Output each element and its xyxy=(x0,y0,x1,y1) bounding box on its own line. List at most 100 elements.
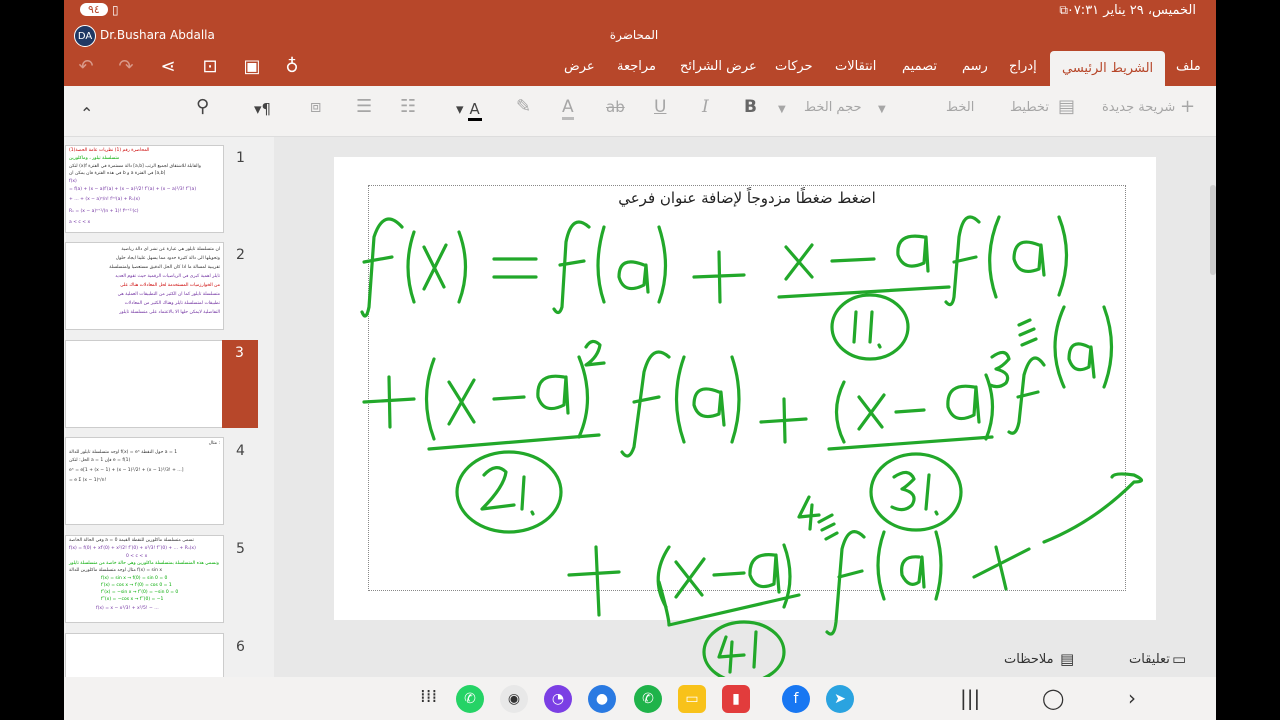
ribbon: ⌃ ⚲ ▾¶ ⧈ ☰ ☷ ▾ A ✎ A ab U I B ▼ حجم الخط … xyxy=(64,86,1216,137)
slide-thumbnail-5[interactable]: وفي الحالة الخاصة a = 0 تسمى متسلسلة ماك… xyxy=(65,535,224,623)
title-bar: DA Dr.Bushara Abdalla المحاضرة xyxy=(64,24,1216,48)
thumb-line: تايلر اهمية كبرى في الرياضيات الرقمية حي… xyxy=(115,274,220,279)
bottom-bar: تعليقات ▭ ملاحظات ▤ xyxy=(274,647,1216,677)
current-slide[interactable]: اضغط ضغطًا مزدوجاً لإضافة عنوان فرعي xyxy=(334,157,1156,620)
font-size-dropdown-icon[interactable]: ▼ xyxy=(778,104,786,115)
tab-design[interactable]: تصميم xyxy=(902,59,937,74)
underline-button[interactable]: U xyxy=(654,97,666,117)
tab-animations[interactable]: حركات xyxy=(775,59,813,74)
search-icon[interactable]: ⚲ xyxy=(196,96,209,117)
recent-apps-icon[interactable]: ||| xyxy=(960,686,980,710)
tab-transitions[interactable]: انتقالات xyxy=(835,59,876,74)
messages-icon[interactable]: ● xyxy=(588,685,616,713)
layout-button[interactable]: تخطيط xyxy=(1010,100,1049,115)
tab-draw[interactable]: رسم xyxy=(962,59,988,74)
notes-icon[interactable]: ▤ xyxy=(1060,650,1074,668)
thumb-line: = f(a) + (x − a)f′(a) + (x − a)²/2! f″(a… xyxy=(69,187,197,192)
thumb-line: a < c < x xyxy=(69,220,91,225)
thumb-line: تطبيقات لمتسلسلة تايلر وهناك الكثير من ا… xyxy=(124,301,220,306)
status-time: الخميس، ٢٩ يناير ٠٧:٣١ xyxy=(1066,3,1196,18)
avatar[interactable]: DA xyxy=(74,25,96,47)
thumb-line: f(x) = x − x³/3! + x⁵/5! − … xyxy=(96,606,159,611)
layout-icon[interactable]: ▤ xyxy=(1058,96,1075,117)
office-icon[interactable]: ▮ xyxy=(722,685,750,713)
notes-button[interactable]: ملاحظات xyxy=(1004,652,1054,667)
thumb-line: مثال : xyxy=(208,441,220,446)
present-icon[interactable]: ⊡ xyxy=(198,56,222,77)
font-color-button[interactable]: ▾ A xyxy=(456,100,482,121)
tab-view[interactable]: عرض xyxy=(564,59,595,74)
slide-thumbnail-2[interactable]: ان متسلسلة تايلور هي عبارة عن نشر اي دال… xyxy=(65,242,224,330)
thumb-line: + … + (x − a)ⁿ/n! f⁽ⁿ⁾(a) + Rₙ(x) xyxy=(69,197,140,202)
new-slide-icon[interactable]: + xyxy=(1180,96,1195,117)
strikethrough-button[interactable]: ab xyxy=(606,98,625,116)
undo-icon[interactable]: ↶ xyxy=(74,56,98,77)
phone-icon[interactable]: ✆ xyxy=(634,685,662,713)
files-icon[interactable]: ▭ xyxy=(678,685,706,713)
home-icon[interactable]: ◯ xyxy=(1042,686,1064,710)
user-name[interactable]: Dr.Bushara Abdalla xyxy=(100,28,215,42)
paragraph-mark-icon[interactable]: ▾¶ xyxy=(254,100,271,118)
subtitle-placeholder[interactable]: اضغط ضغطًا مزدوجاً لإضافة عنوان فرعي xyxy=(368,185,1126,591)
thumb-line: متسلسلة تيلور ، وماكلورين xyxy=(69,156,120,161)
slide-thumbnail-4[interactable]: مثال : اوجد متسلسلة تايلور للدالة f(x) =… xyxy=(65,437,224,525)
browser-icon[interactable]: ◔ xyxy=(544,685,572,713)
thumb-line: تقريبية لمسالة ما اذا كان الحل الدقيق مس… xyxy=(109,265,220,270)
slide-number: 2 xyxy=(236,247,245,263)
bold-button[interactable]: B xyxy=(744,97,757,117)
slide-number: 1 xyxy=(236,150,245,166)
arrange-icon[interactable]: ⧈ xyxy=(310,96,321,117)
save-icon[interactable]: ▣ xyxy=(240,56,264,77)
italic-button[interactable]: I xyxy=(702,97,709,117)
thumb-line: f″(x) = −sin x → f″(0) = −sin 0 = 0 xyxy=(101,590,179,595)
thumb-line: وفي الحالة الخاصة a = 0 تسمى متسلسلة ماك… xyxy=(69,538,194,543)
thumb-line: الحل: لتكن a = 1 فإن e = f(1) xyxy=(69,458,131,463)
collapse-ribbon-icon[interactable]: ⌃ xyxy=(80,104,93,123)
telegram-icon[interactable]: ➤ xyxy=(826,685,854,713)
thumb-line: f(x) = sin x → f(0) = sin 0 = 0 xyxy=(101,576,168,581)
slide-number: 4 xyxy=(236,443,245,459)
clear-format-icon[interactable]: ✎ xyxy=(516,96,531,117)
slide-thumbnail-6[interactable] xyxy=(65,633,224,679)
selected-slide-marker[interactable]: 3 xyxy=(222,340,258,428)
app-drawer-icon[interactable]: ⁞⁞⁞ xyxy=(420,686,437,707)
vertical-scrollbar[interactable] xyxy=(1210,185,1216,275)
tab-slideshow[interactable]: عرض الشرائح xyxy=(680,59,757,74)
thumb-line: من الخوارزميات المستخدمة لحل المعادلات ه… xyxy=(120,283,220,288)
thumb-line: Rₙ = (x − a)ⁿ⁺¹/(n + 1)! f⁽ⁿ⁺¹⁾(c) xyxy=(69,209,139,214)
slide-thumbnail-1[interactable]: المحاضرة رقم (1) نظريات عامة الحصة(1) مت… xyxy=(65,145,224,233)
battery-indicator: ٩٤ xyxy=(80,3,108,16)
tab-review[interactable]: مراجعة xyxy=(617,59,656,74)
highlight-button[interactable]: A xyxy=(562,97,574,120)
font-field[interactable]: الخط xyxy=(946,100,974,115)
new-slide-button[interactable]: شريحة جديدة xyxy=(1102,100,1175,115)
thumb-line: المحاضرة رقم (1) نظريات عامة الحصة(1) xyxy=(69,148,150,153)
subtitle-placeholder-text[interactable]: اضغط ضغطًا مزدوجاً لإضافة عنوان فرعي xyxy=(369,189,1125,207)
facebook-icon[interactable]: f xyxy=(782,685,810,713)
align-icon[interactable]: ☰ xyxy=(356,96,372,117)
thumb-line: مثال اوجد متسلسلة ماكلورين للدالة f(x) =… xyxy=(69,568,163,573)
thumb-line: اوجد متسلسلة تايلور للدالة f(x) = eˣ حول… xyxy=(69,450,178,455)
thumb-line: = e Σ (x − 1)ⁿ/n! xyxy=(69,478,107,483)
comment-icon[interactable]: ▭ xyxy=(1172,650,1186,668)
whatsapp-icon[interactable]: ✆ xyxy=(456,685,484,713)
font-size-field[interactable]: حجم الخط xyxy=(804,100,862,115)
thumb-line: f‴(x) = −cos x → f‴(0) = −1 xyxy=(101,597,164,602)
back-icon[interactable]: › xyxy=(1128,686,1136,710)
thumb-line: f(x) xyxy=(69,179,77,184)
font-dropdown-icon[interactable]: ▼ xyxy=(878,104,886,115)
thumb-line: f′(x) = cos x → f′(0) = cos 0 = 1 xyxy=(101,583,172,588)
lightbulb-icon[interactable]: ♁ xyxy=(280,56,304,77)
tab-insert[interactable]: إدراج xyxy=(1009,59,1037,74)
bullets-icon[interactable]: ☷ xyxy=(400,96,416,117)
camera-icon[interactable]: ◉ xyxy=(500,685,528,713)
share-icon[interactable]: ⋖ xyxy=(156,56,180,77)
comments-button[interactable]: تعليقات xyxy=(1129,652,1170,667)
document-title[interactable]: المحاضرة xyxy=(534,28,734,42)
ribbon-tabs: ↶ ↷ ⋖ ⊡ ▣ ♁ عرض مراجعة عرض الشرائح حركات… xyxy=(64,48,1216,86)
tab-home[interactable]: الشريط الرئيسي xyxy=(1050,51,1166,86)
thumb-line: ونسمي هذه المتسلسلة بمتسلسلة ماكلورين وه… xyxy=(69,561,219,566)
tab-file[interactable]: ملف xyxy=(1176,59,1201,74)
redo-icon[interactable]: ↷ xyxy=(114,56,138,77)
slide-thumbnail-3[interactable] xyxy=(65,340,224,428)
